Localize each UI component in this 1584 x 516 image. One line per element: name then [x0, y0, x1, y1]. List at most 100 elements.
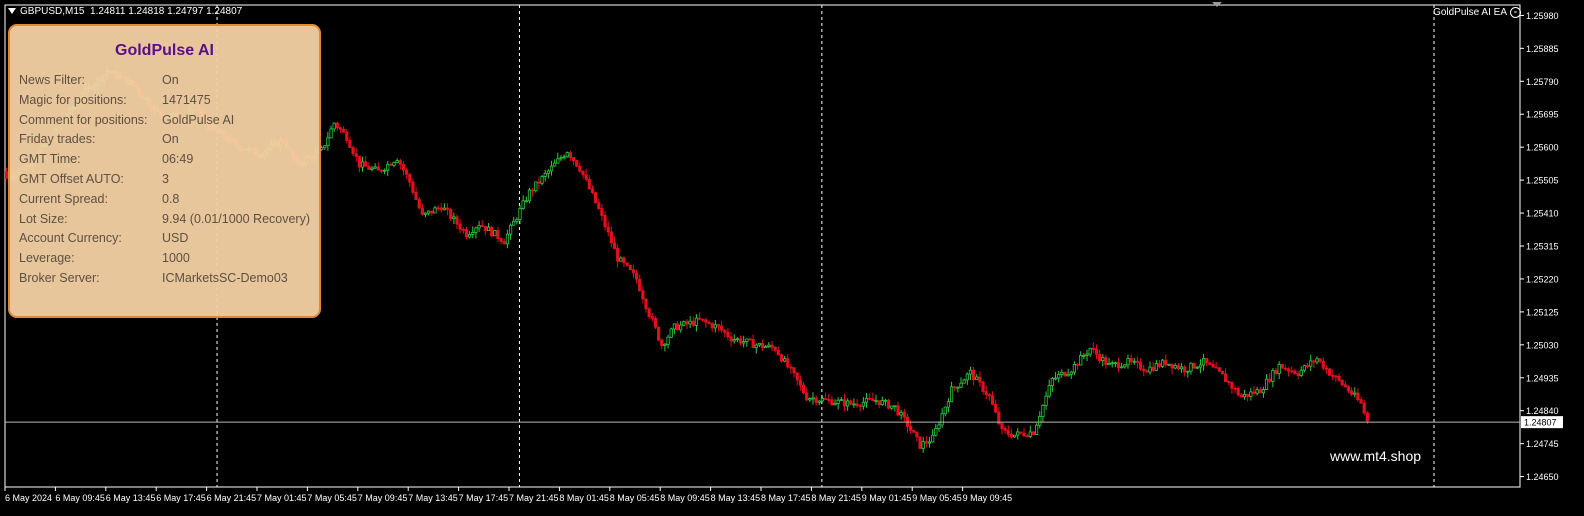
candle-body — [1072, 363, 1077, 373]
candle-body — [1220, 370, 1225, 375]
candle-body — [490, 226, 494, 237]
candle-body — [389, 163, 393, 166]
candle-body — [653, 317, 658, 328]
time-axis-label: 7 May 17:45 — [459, 493, 509, 503]
candle-body — [1264, 378, 1269, 390]
time-axis-label: 9 May 09:45 — [963, 493, 1013, 503]
candle-body — [1211, 363, 1215, 368]
candle-body — [430, 210, 434, 214]
candle-body — [622, 257, 626, 264]
candle-body — [455, 216, 459, 225]
candle-body — [874, 400, 878, 403]
candle-body — [445, 207, 450, 210]
candle-body — [682, 321, 686, 326]
candle-body — [1142, 368, 1146, 372]
candle-body — [858, 405, 862, 408]
candle-body — [972, 369, 976, 381]
candle-body — [1031, 431, 1036, 435]
candle-body — [436, 207, 440, 210]
candle-body — [458, 223, 462, 230]
candle-body — [628, 264, 632, 271]
candle-body — [789, 366, 793, 369]
candle-body — [1362, 402, 1366, 414]
candle-body — [1280, 364, 1284, 369]
candle-body — [1167, 363, 1171, 366]
candle-body — [1274, 370, 1278, 374]
candle-body — [1110, 362, 1114, 365]
candle-body — [1063, 371, 1067, 377]
candle-body — [553, 162, 557, 167]
candle-body — [452, 216, 456, 219]
price-axis-label: 1.25600 — [1526, 143, 1559, 153]
candle-body — [783, 358, 787, 362]
time-axis-label: 6 May 21:45 — [207, 493, 257, 503]
candle-body — [805, 392, 809, 401]
candle-body — [546, 170, 550, 174]
candle-body — [357, 155, 361, 168]
candle-body — [650, 316, 654, 319]
candle-body — [776, 349, 780, 356]
candle-body — [962, 379, 966, 384]
price-axis-label: 1.25030 — [1526, 340, 1559, 350]
candle-body — [1252, 391, 1256, 394]
candle-body — [1309, 360, 1313, 367]
candle-body — [1116, 362, 1121, 368]
candle-body — [934, 428, 938, 436]
candle-body — [1293, 370, 1297, 374]
candle-body — [679, 324, 683, 331]
info-label: Friday trades: — [19, 132, 96, 147]
candle-body — [1236, 387, 1240, 396]
candle-body — [568, 152, 573, 158]
candle-body — [1075, 363, 1080, 366]
candle-body — [981, 381, 985, 392]
candle-body — [1006, 429, 1010, 435]
candle-body — [912, 429, 916, 433]
candle-body — [562, 156, 566, 159]
candle-body — [600, 208, 604, 216]
price-axis-label: 1.24840 — [1526, 406, 1559, 416]
candle-body — [732, 339, 736, 342]
candle-body — [543, 172, 547, 177]
time-axis-label: 7 May 09:45 — [358, 493, 408, 503]
chart-shift-marker[interactable] — [1212, 2, 1222, 7]
candle-body — [597, 202, 601, 209]
candle-body — [1331, 374, 1335, 377]
candle-body — [1129, 358, 1133, 362]
candle-body — [1009, 433, 1014, 438]
candle-body — [612, 242, 617, 249]
candle-body — [726, 331, 730, 338]
info-value: USD — [162, 231, 189, 246]
candle-body — [1104, 357, 1108, 366]
candle-body — [1016, 431, 1020, 436]
candle-body — [1290, 370, 1294, 373]
candle-body — [590, 188, 595, 193]
info-value: 06:49 — [162, 152, 194, 167]
candle-body — [531, 189, 535, 192]
candle-body — [641, 290, 645, 300]
candle-body — [549, 165, 554, 172]
candle-body — [420, 207, 424, 215]
candle-body — [1154, 363, 1158, 371]
candle-body — [1350, 390, 1354, 395]
candle-body — [839, 399, 843, 401]
candle-body — [1101, 357, 1105, 362]
chart-menu-icon[interactable] — [8, 8, 16, 15]
candle-body — [348, 140, 352, 148]
candle-body — [814, 397, 818, 403]
candle-body — [779, 354, 784, 362]
candle-body — [345, 131, 349, 141]
expert-advisor-label[interactable]: GoldPulse AI EA ∘ — [1433, 7, 1521, 18]
candle-body — [1249, 391, 1253, 397]
candle-body — [1000, 423, 1004, 429]
info-label: Magic for positions: — [19, 92, 127, 107]
candle-body — [946, 401, 951, 408]
candle-body — [512, 220, 516, 226]
candle-body — [338, 127, 343, 130]
candle-body — [808, 398, 812, 401]
candle-body — [1120, 366, 1124, 369]
candle-body — [332, 122, 336, 130]
candle-body — [342, 128, 346, 133]
candle-body — [720, 325, 724, 331]
candle-body — [1327, 368, 1332, 376]
candle-body — [1214, 366, 1218, 369]
